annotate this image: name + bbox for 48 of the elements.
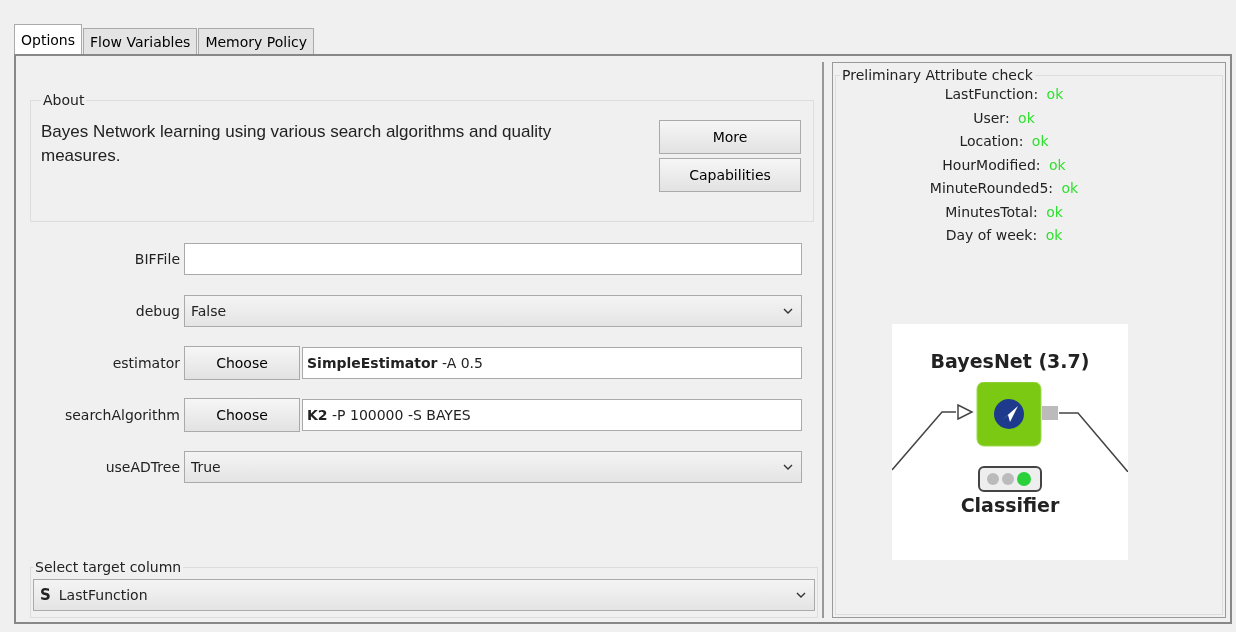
- parameter-label: debug: [134, 303, 181, 319]
- text-field[interactable]: [184, 243, 802, 275]
- parameter-label: searchAlgorithm: [63, 407, 181, 423]
- chevron-icon: [796, 592, 806, 598]
- attribute-name: User:: [973, 109, 1010, 126]
- attribute-name: MinutesTotal:: [945, 203, 1038, 220]
- string-type-icon: S: [40, 586, 51, 604]
- chevron-icon: [783, 308, 793, 314]
- attribute-status: ok: [1048, 156, 1066, 173]
- output-port-icon: [1042, 405, 1058, 420]
- input-port-icon: [957, 403, 974, 420]
- attribute-name: MinuteRounded5:: [929, 180, 1054, 196]
- group-title: Preliminary Attribute check: [841, 67, 1034, 83]
- tab[interactable]: Memory Policy: [198, 28, 315, 54]
- attribute-status: ok: [1046, 86, 1064, 102]
- attribute-status: ok: [1046, 203, 1063, 220]
- parameter-label: BIFFile: [133, 251, 181, 267]
- status-lights-icon: [978, 465, 1042, 492]
- value-field[interactable]: K2 -P 100000 -S BAYES: [302, 399, 802, 431]
- connection-line: [1058, 411, 1128, 472]
- choose-button[interactable]: Choose: [184, 346, 300, 380]
- attribute-name: Location:: [959, 133, 1024, 149]
- column-dropdown[interactable]: S LastFunction: [33, 579, 815, 611]
- node-icon: [976, 381, 1042, 446]
- parameter-label: estimator: [111, 355, 181, 371]
- attribute-name: Day of week:: [945, 227, 1038, 243]
- dropdown[interactable]: False: [184, 295, 802, 327]
- parameter-label: useADTree: [104, 459, 181, 475]
- attribute-name: LastFunction:: [944, 86, 1039, 102]
- attribute-status: ok: [1031, 133, 1049, 149]
- about-button[interactable]: Capabilities: [659, 158, 801, 192]
- attribute-status: ok: [1045, 227, 1063, 243]
- group-title: About: [42, 92, 86, 108]
- value-field[interactable]: SimpleEstimator -A 0.5: [302, 347, 802, 379]
- connection-line: [892, 410, 957, 471]
- chevron-icon: [783, 464, 793, 470]
- tab[interactable]: Flow Variables: [83, 28, 198, 54]
- node-title: BayesNet (3.7): [930, 349, 1090, 372]
- attribute-status: ok: [1018, 109, 1035, 126]
- description-text: Bayes Network learning using various search algorithms and quality measures.: [41, 121, 553, 167]
- choose-button[interactable]: Choose: [184, 398, 300, 432]
- about-button[interactable]: More: [659, 120, 801, 154]
- attribute-status: ok: [1061, 180, 1079, 196]
- attribute-name: HourModified:: [942, 156, 1041, 173]
- node-label: Classifier: [960, 493, 1060, 516]
- tab[interactable]: Options: [14, 24, 83, 54]
- group-title: Select target column: [34, 559, 183, 575]
- dropdown[interactable]: True: [184, 451, 802, 483]
